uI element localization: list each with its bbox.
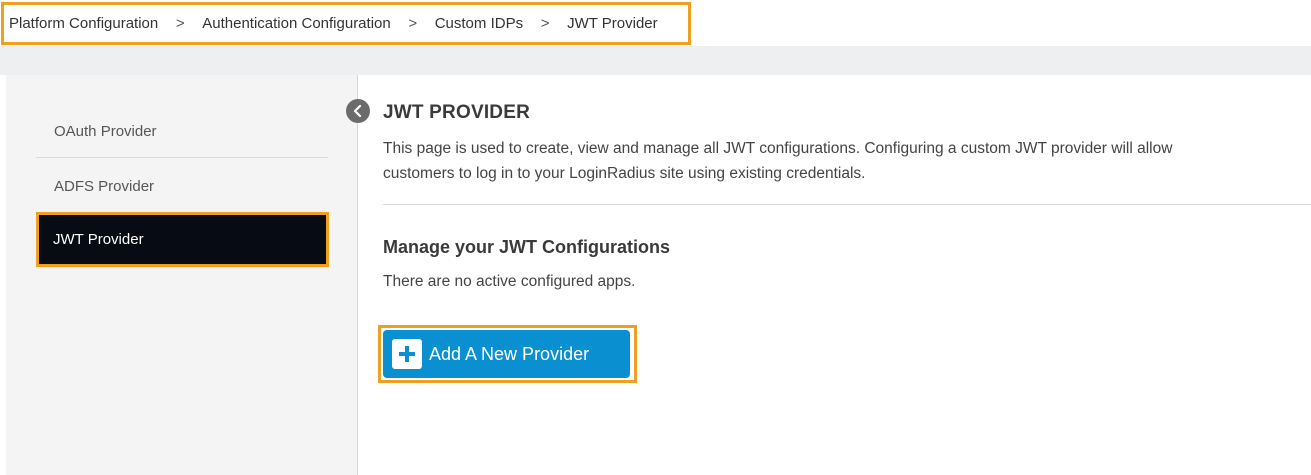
breadcrumb: Platform Configuration > Authentication … [1, 2, 691, 45]
header-band [0, 46, 1311, 75]
sidebar: OAuth Provider ADFS Provider JWT Provide… [6, 75, 358, 475]
plus-icon [392, 339, 422, 369]
breadcrumb-bar: Platform Configuration > Authentication … [0, 0, 1311, 46]
sidebar-collapse-button[interactable] [346, 99, 370, 123]
breadcrumb-separator-icon: > [175, 15, 185, 32]
breadcrumb-separator-icon: > [540, 15, 550, 32]
divider [383, 204, 1311, 205]
add-provider-highlight: Add A New Provider [378, 325, 637, 383]
breadcrumb-custom-idps[interactable]: Custom IDPs [435, 15, 523, 32]
breadcrumb-platform-configuration[interactable]: Platform Configuration [9, 15, 158, 32]
page-description: This page is used to create, view and ma… [383, 140, 1173, 182]
add-new-provider-button[interactable]: Add A New Provider [383, 330, 630, 378]
sidebar-item-label: ADFS Provider [54, 177, 155, 195]
sidebar-item-jwt-provider[interactable]: JWT Provider [36, 212, 329, 267]
page-title: JWT PROVIDER [383, 102, 531, 123]
breadcrumb-jwt-provider: JWT Provider [567, 15, 658, 32]
sidebar-item-adfs-provider[interactable]: ADFS Provider [36, 160, 328, 212]
chevron-left-icon [353, 105, 362, 117]
empty-state-text: There are no active configured apps. [383, 273, 636, 290]
sidebar-item-label: JWT Provider [53, 231, 144, 248]
breadcrumb-authentication-configuration[interactable]: Authentication Configuration [202, 15, 390, 32]
section-title: Manage your JWT Configurations [383, 237, 671, 257]
breadcrumb-separator-icon: > [408, 15, 418, 32]
sidebar-item-label: OAuth Provider [54, 123, 157, 140]
add-new-provider-label: Add A New Provider [429, 343, 590, 364]
sidebar-item-oauth-provider[interactable]: OAuth Provider [36, 106, 328, 158]
main-content: JWT PROVIDER This page is used to create… [378, 75, 1311, 475]
